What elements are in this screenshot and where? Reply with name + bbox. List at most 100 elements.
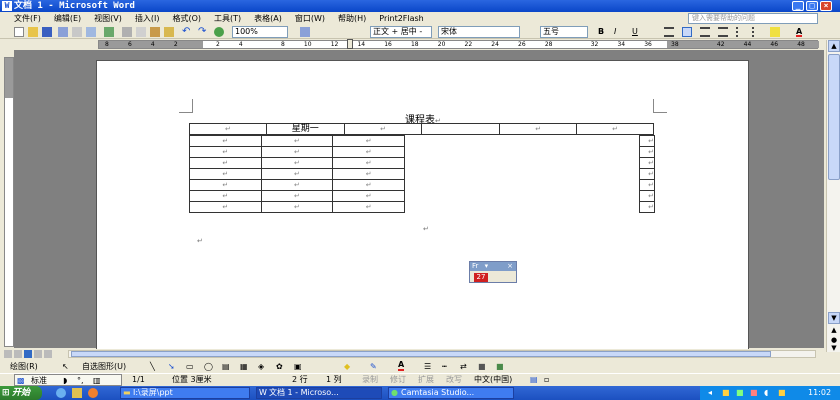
undo-icon[interactable]: ↶ — [182, 27, 190, 37]
help-search-input[interactable]: 键入需要帮助的问题 — [688, 13, 818, 24]
table-cell[interactable]: ↵ — [260, 190, 334, 202]
line-icon[interactable]: ╲ — [150, 360, 155, 373]
table-cell[interactable]: ↵ — [260, 135, 334, 147]
table-cell[interactable]: ↵ — [639, 168, 655, 180]
table-cell[interactable]: ↵ — [332, 201, 405, 213]
table-cell[interactable]: ↵ — [332, 135, 405, 147]
font-select[interactable]: 宋体 — [438, 26, 520, 38]
table-cell[interactable]: ↵ — [189, 135, 262, 147]
hyperlink-icon[interactable] — [214, 27, 224, 37]
paste-icon[interactable] — [150, 27, 160, 37]
3d-icon[interactable]: ■ — [496, 360, 504, 373]
tray-icon[interactable]: ■ — [722, 386, 730, 400]
line-style-icon[interactable]: ☰ — [424, 360, 431, 373]
scroll-down-icon[interactable]: ▼ — [828, 312, 840, 324]
next-page-icon[interactable]: ▼ — [828, 344, 840, 352]
ie-quicklaunch-icon[interactable] — [56, 388, 66, 398]
table-cell[interactable]: ↵ — [189, 168, 262, 180]
menu-print2flash[interactable]: Print2Flash — [379, 14, 423, 23]
web-view-icon[interactable] — [14, 350, 22, 358]
outline-view-icon[interactable] — [34, 350, 42, 358]
align-center-icon[interactable] — [682, 27, 692, 37]
font-size-select[interactable]: 五号 — [540, 26, 588, 38]
table-cell[interactable]: ↵ — [639, 190, 655, 202]
tray-icon[interactable]: ■ — [736, 386, 744, 400]
italic-button[interactable]: I — [614, 27, 616, 37]
wordart-icon[interactable]: ▦ — [240, 360, 248, 373]
style-select[interactable]: 正文 + 居中 - — [370, 26, 432, 38]
print-view-icon[interactable] — [24, 350, 32, 358]
font-color-button[interactable]: A — [796, 27, 803, 37]
scroll-up-icon[interactable]: ▲ — [828, 40, 840, 52]
table-cell[interactable]: ↵ — [260, 157, 334, 169]
table-cell-header[interactable]: 星期一 — [265, 123, 345, 135]
open-folder-icon[interactable] — [28, 27, 38, 37]
spelling-status-icon[interactable]: ▤ — [530, 374, 538, 386]
table-cell[interactable]: ↵ — [332, 168, 405, 180]
record-icon[interactable]: 27 — [474, 273, 488, 282]
menu-format[interactable]: 格式(O) — [172, 13, 201, 24]
table-cell[interactable]: ↵ — [639, 135, 655, 147]
ime-bar[interactable]: ▩ 标准 ◗ °, ▥ — [14, 374, 122, 386]
menu-edit[interactable]: 编辑(E) — [54, 13, 81, 24]
normal-view-icon[interactable] — [4, 350, 12, 358]
table-cell[interactable]: ↵ — [260, 201, 334, 213]
print-preview-icon[interactable] — [86, 27, 96, 37]
table-cell[interactable]: ↵ — [639, 201, 655, 213]
volume-icon[interactable]: ◖ — [764, 386, 768, 400]
table-cell[interactable]: ↵ — [189, 190, 262, 202]
autoshapes-menu[interactable]: 自选图形(U) — [82, 360, 126, 373]
textbox-icon[interactable]: ▤ — [222, 360, 230, 373]
menu-file[interactable]: 文件(F) — [14, 13, 41, 24]
shadow-icon[interactable]: ■ — [478, 360, 486, 373]
table-cell[interactable]: ↵ — [189, 123, 267, 135]
scroll-thumb[interactable] — [828, 54, 840, 180]
track-changes-mode[interactable]: 修订 — [390, 374, 406, 386]
menu-help[interactable]: 帮助(H) — [338, 13, 366, 24]
table-cell[interactable]: ↵ — [639, 146, 655, 158]
task-word-document[interactable]: W 文档 1 - Microso... — [256, 387, 382, 399]
underline-button[interactable]: U — [632, 27, 638, 37]
floating-toolbar[interactable]: Fr ▾ × 27 — [469, 261, 517, 283]
redo-icon[interactable]: ↷ — [198, 27, 206, 37]
menu-tools[interactable]: 工具(T) — [214, 13, 241, 24]
save-icon[interactable] — [42, 27, 52, 37]
line-color-icon[interactable]: ✎ — [370, 360, 377, 373]
draw-font-color-icon[interactable]: A — [398, 360, 405, 371]
table-cell[interactable]: ↵ — [639, 179, 655, 191]
record-mode[interactable]: 录制 — [362, 374, 378, 386]
highlight-icon[interactable] — [770, 27, 780, 37]
horizontal-ruler[interactable]: 8 6 4 2 2 4 8 10 12 14 16 18 20 22 24 26… — [98, 39, 819, 49]
table-cell[interactable]: ↵ — [189, 179, 262, 191]
arrow-style-icon[interactable]: ⇄ — [460, 360, 467, 373]
justify-icon[interactable] — [718, 27, 728, 37]
numbering-icon[interactable] — [736, 27, 746, 37]
menu-view[interactable]: 视图(V) — [94, 13, 122, 24]
select-objects-icon[interactable]: ↖ — [62, 360, 69, 373]
task-folder-ppt[interactable]: ▬ I:\录屏\ppt — [120, 387, 250, 399]
task-camtasia[interactable]: ● Camtasia Studio... — [388, 387, 514, 399]
overtype-mode[interactable]: 改写 — [446, 374, 462, 386]
zoom-select[interactable]: 100% — [232, 26, 288, 38]
table-cell[interactable]: ↵ — [332, 179, 405, 191]
table-cell[interactable]: ↵ — [260, 168, 334, 180]
browser-quicklaunch-icon[interactable] — [88, 388, 98, 398]
arrow-icon[interactable]: ➘ — [168, 360, 175, 373]
spelling-icon[interactable] — [104, 27, 114, 37]
table-cell[interactable]: ↵ — [332, 146, 405, 158]
reading-view-icon[interactable] — [44, 350, 52, 358]
rectangle-icon[interactable]: ▭ — [186, 360, 194, 373]
indent-marker[interactable] — [347, 39, 353, 49]
draw-menu[interactable]: 绘图(R) — [10, 360, 38, 373]
table-cell[interactable]: ↵ — [332, 190, 405, 202]
bullets-icon[interactable] — [752, 27, 762, 37]
table-cell[interactable]: ↵ — [343, 123, 423, 135]
clock[interactable]: 11:02 — [808, 386, 831, 400]
tray-icon[interactable]: ■ — [750, 386, 758, 400]
print-icon[interactable] — [72, 27, 82, 37]
dropdown-icon[interactable]: ▾ — [485, 262, 489, 270]
vertical-ruler[interactable] — [4, 57, 14, 347]
clipart-icon[interactable]: ✿ — [276, 360, 283, 373]
table-cell[interactable]: ↵ — [499, 123, 578, 135]
minimize-button[interactable]: _ — [792, 1, 804, 11]
